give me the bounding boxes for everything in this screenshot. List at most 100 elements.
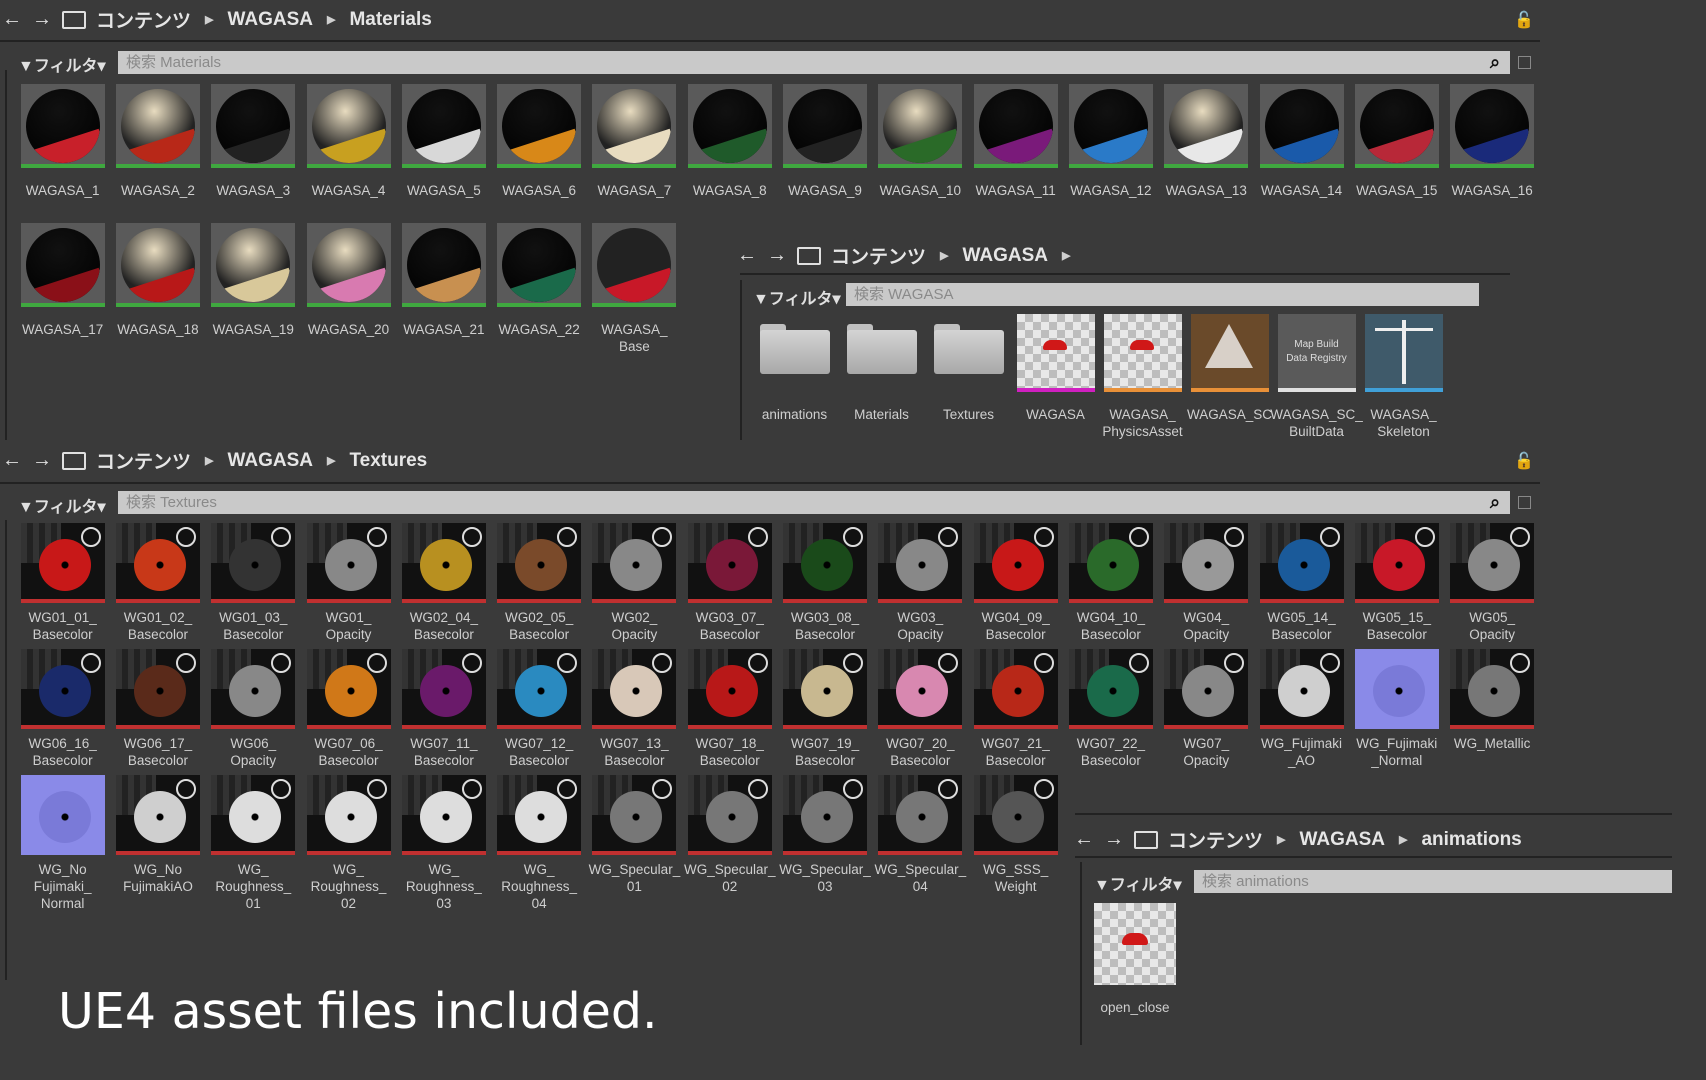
- material-thumbnail[interactable]: [783, 84, 868, 168]
- forward-arrow-icon[interactable]: →: [767, 244, 787, 267]
- texture-tile[interactable]: WG_Fujimaki _AO: [1254, 649, 1349, 769]
- texture-tile[interactable]: WG_Fujimaki _Normal: [1349, 649, 1444, 769]
- material-tile[interactable]: WAGASA_16: [1444, 84, 1539, 199]
- texture-thumbnail[interactable]: [1164, 523, 1249, 603]
- scene-thumbnail[interactable]: [1190, 314, 1269, 392]
- texture-tile[interactable]: WG_ Roughness_ 01: [206, 775, 301, 912]
- texture-thumbnail[interactable]: [592, 523, 677, 603]
- back-arrow-icon[interactable]: ←: [2, 449, 22, 472]
- texture-thumbnail[interactable]: [878, 523, 963, 603]
- save-search-icon[interactable]: [1518, 56, 1531, 69]
- breadcrumb-separator-icon[interactable]: ▶: [1399, 833, 1407, 846]
- forward-arrow-icon[interactable]: →: [1104, 828, 1124, 851]
- material-thumbnail[interactable]: [592, 84, 677, 168]
- material-tile[interactable]: WAGASA_22: [491, 223, 586, 355]
- breadcrumb-separator-icon[interactable]: ▶: [205, 454, 213, 467]
- material-thumbnail[interactable]: [20, 84, 105, 168]
- texture-tile[interactable]: WG01_01_ Basecolor: [15, 523, 110, 643]
- texture-thumbnail[interactable]: [1068, 523, 1153, 603]
- asset-tile[interactable]: Map Build Data Registry WAGASA_SC_ BuiltD…: [1270, 314, 1363, 440]
- texture-thumbnail[interactable]: [1259, 649, 1344, 729]
- texture-tile[interactable]: WG02_05_ Basecolor: [491, 523, 586, 643]
- texture-thumbnail[interactable]: [1450, 523, 1535, 603]
- asset-tile[interactable]: WAGASA_SC: [1186, 314, 1273, 440]
- texture-thumbnail[interactable]: [1259, 523, 1344, 603]
- material-tile[interactable]: WAGASA_13: [1159, 84, 1254, 199]
- asset-tile[interactable]: animations: [751, 314, 838, 440]
- search-input[interactable]: 検索 animations: [1194, 870, 1672, 893]
- material-thumbnail[interactable]: [401, 84, 486, 168]
- texture-thumbnail[interactable]: [1354, 649, 1439, 729]
- material-tile[interactable]: WAGASA_6: [491, 84, 586, 199]
- asset-tile[interactable]: Textures: [925, 314, 1012, 440]
- mesh-thumbnail[interactable]: [1016, 314, 1095, 392]
- folder-icon[interactable]: [842, 314, 921, 392]
- texture-tile[interactable]: WG03_07_ Basecolor: [682, 523, 777, 643]
- texture-thumbnail[interactable]: [497, 649, 582, 729]
- texture-tile[interactable]: WG_Specular_ 03: [777, 775, 872, 912]
- texture-thumbnail[interactable]: [401, 523, 486, 603]
- texture-thumbnail[interactable]: [1450, 649, 1535, 729]
- material-thumbnail[interactable]: [211, 223, 296, 307]
- search-icon[interactable]: ⌕: [1490, 492, 1500, 513]
- filter-button[interactable]: ▼フィルタ▾: [18, 52, 106, 76]
- texture-thumbnail[interactable]: [687, 649, 772, 729]
- breadcrumb-item[interactable]: コンテンツ: [96, 447, 191, 474]
- texture-thumbnail[interactable]: [1164, 649, 1249, 729]
- breadcrumb-item[interactable]: Materials: [349, 9, 431, 31]
- texture-thumbnail[interactable]: [401, 775, 486, 855]
- texture-tile[interactable]: WG04_09_ Basecolor: [968, 523, 1063, 643]
- texture-tile[interactable]: WG_Specular_ 01: [587, 775, 682, 912]
- texture-tile[interactable]: WG_Specular_ 04: [873, 775, 968, 912]
- material-tile[interactable]: WAGASA_19: [206, 223, 301, 355]
- material-tile[interactable]: WAGASA_12: [1063, 84, 1158, 199]
- material-tile[interactable]: WAGASA_8: [682, 84, 777, 199]
- texture-tile[interactable]: WG06_17_ Basecolor: [110, 649, 205, 769]
- asset-tile[interactable]: Materials: [838, 314, 925, 440]
- texture-thumbnail[interactable]: [592, 649, 677, 729]
- breadcrumb-separator-icon[interactable]: ▶: [940, 249, 948, 262]
- texture-thumbnail[interactable]: [20, 523, 105, 603]
- asset-tile[interactable]: WAGASA_ PhysicsAsset: [1099, 314, 1186, 440]
- material-thumbnail[interactable]: [1354, 84, 1439, 168]
- texture-thumbnail[interactable]: [878, 649, 963, 729]
- texture-thumbnail[interactable]: [306, 523, 391, 603]
- material-tile[interactable]: WAGASA_10: [873, 84, 968, 199]
- texture-tile[interactable]: WG01_03_ Basecolor: [206, 523, 301, 643]
- back-arrow-icon[interactable]: ←: [2, 8, 22, 31]
- material-thumbnail[interactable]: [401, 223, 486, 307]
- texture-thumbnail[interactable]: [592, 775, 677, 855]
- texture-thumbnail[interactable]: [306, 775, 391, 855]
- texture-tile[interactable]: WG06_ Opacity: [206, 649, 301, 769]
- breadcrumb-item[interactable]: WAGASA: [1299, 829, 1385, 851]
- texture-thumbnail[interactable]: [115, 523, 200, 603]
- material-tile[interactable]: WAGASA_20: [301, 223, 396, 355]
- breadcrumb-item[interactable]: コンテンツ: [831, 242, 926, 269]
- material-tile[interactable]: WAGASA_17: [15, 223, 110, 355]
- texture-tile[interactable]: WG01_02_ Basecolor: [110, 523, 205, 643]
- material-thumbnail[interactable]: [1259, 84, 1344, 168]
- texture-tile[interactable]: WG_No FujimakiAO: [110, 775, 205, 912]
- lock-icon[interactable]: 🔓: [1514, 451, 1534, 471]
- texture-thumbnail[interactable]: [783, 649, 868, 729]
- texture-thumbnail[interactable]: [1354, 523, 1439, 603]
- animation-thumbnail[interactable]: [1094, 903, 1176, 985]
- material-thumbnail[interactable]: [211, 84, 296, 168]
- texture-thumbnail[interactable]: [115, 775, 200, 855]
- material-tile[interactable]: WAGASA_9: [777, 84, 872, 199]
- filter-button[interactable]: ▼フィルタ▾: [753, 285, 841, 309]
- texture-thumbnail[interactable]: [211, 775, 296, 855]
- texture-tile[interactable]: WG07_20_ Basecolor: [873, 649, 968, 769]
- breadcrumb-item[interactable]: コンテンツ: [96, 6, 191, 33]
- material-thumbnail[interactable]: [497, 84, 582, 168]
- breadcrumb-item[interactable]: Textures: [349, 450, 427, 472]
- texture-tile[interactable]: WG04_10_ Basecolor: [1063, 523, 1158, 643]
- texture-tile[interactable]: WG05_14_ Basecolor: [1254, 523, 1349, 643]
- material-thumbnail[interactable]: [592, 223, 677, 307]
- texture-tile[interactable]: WG_ Roughness_ 03: [396, 775, 491, 912]
- texture-thumbnail[interactable]: [115, 649, 200, 729]
- search-input[interactable]: 検索 Textures: [118, 491, 1510, 514]
- material-tile[interactable]: WAGASA_3: [206, 84, 301, 199]
- material-thumbnail[interactable]: [306, 223, 391, 307]
- material-thumbnail[interactable]: [1164, 84, 1249, 168]
